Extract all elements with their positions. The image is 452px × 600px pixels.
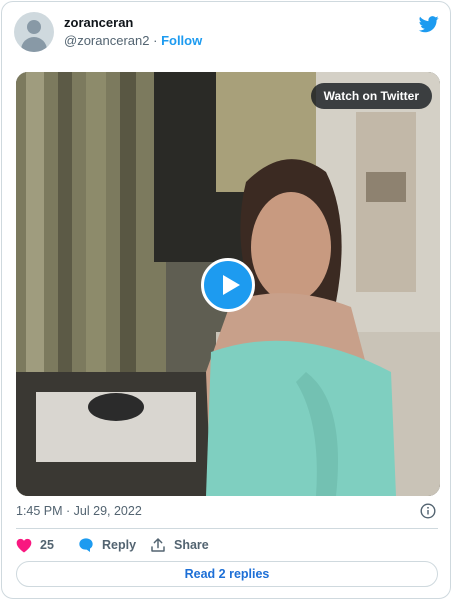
- play-icon: [223, 275, 240, 295]
- like-button[interactable]: 25: [16, 535, 54, 555]
- like-count: 25: [40, 538, 54, 552]
- author-handle-row: @zoranceran2 · Follow: [64, 33, 202, 48]
- divider: [16, 528, 438, 529]
- follow-link[interactable]: Follow: [161, 33, 202, 48]
- tweet-card: zoranceran @zoranceran2 · Follow Watch o…: [1, 1, 451, 599]
- tweet-actions: 25 Reply Share: [16, 535, 436, 555]
- share-icon: [151, 538, 165, 552]
- tweet-timestamp[interactable]: 1:45 PM · Jul 29, 2022: [16, 504, 142, 518]
- avatar-body-shape: [21, 37, 47, 52]
- tweet-header: zoranceran @zoranceran2 · Follow: [14, 12, 440, 52]
- reply-bubble-icon: [79, 538, 93, 552]
- twitter-bird-icon[interactable]: [418, 14, 440, 34]
- author-handle[interactable]: @zoranceran2: [64, 33, 149, 48]
- reply-label: Reply: [102, 538, 137, 552]
- share-button[interactable]: Share: [150, 535, 209, 555]
- video-media[interactable]: Watch on Twitter: [16, 72, 440, 496]
- handle-separator: ·: [153, 33, 158, 48]
- read-replies-button[interactable]: Read 2 replies: [16, 561, 438, 587]
- avatar-head-shape: [27, 20, 41, 34]
- play-button[interactable]: [201, 258, 255, 312]
- avatar[interactable]: [14, 12, 54, 52]
- share-label: Share: [174, 538, 209, 552]
- reply-button[interactable]: Reply: [78, 535, 136, 555]
- heart-icon: [16, 538, 32, 552]
- watch-on-twitter-button[interactable]: Watch on Twitter: [310, 83, 432, 109]
- author-name[interactable]: zoranceran: [64, 15, 133, 30]
- info-icon[interactable]: [420, 503, 436, 519]
